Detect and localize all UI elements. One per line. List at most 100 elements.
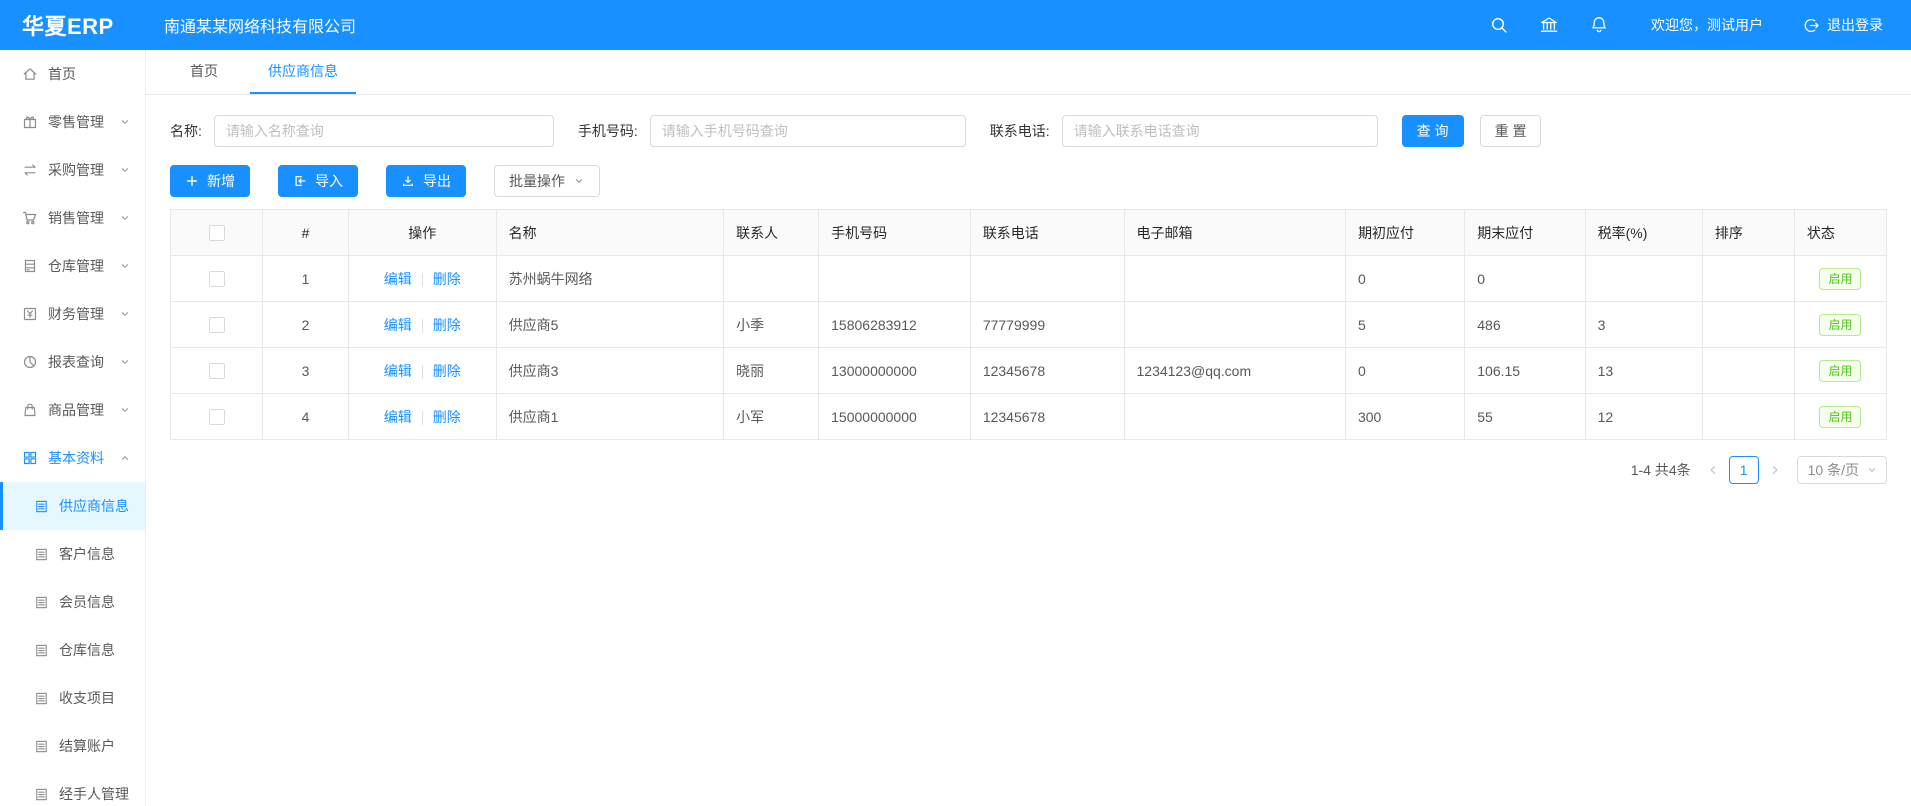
delete-link[interactable]: 删除 xyxy=(433,317,461,333)
cell-email xyxy=(1124,394,1345,440)
cell-status: 启用 xyxy=(1794,348,1886,394)
row-checkbox[interactable] xyxy=(209,363,225,379)
sidebar-subitem-label: 收支项目 xyxy=(59,688,115,708)
column-header: 名称 xyxy=(496,210,724,256)
divider xyxy=(422,319,423,333)
next-page-button[interactable] xyxy=(1763,456,1787,484)
chevron-down-icon xyxy=(119,164,131,176)
cell-mobile: 15806283912 xyxy=(819,302,971,348)
bank-icon[interactable] xyxy=(1539,15,1559,35)
tel-input[interactable] xyxy=(1062,115,1378,147)
cell-begin: 0 xyxy=(1345,348,1464,394)
tab-0[interactable]: 首页 xyxy=(172,50,236,94)
sidebar-subitem[interactable]: 结算账户 xyxy=(0,722,145,770)
cell-email xyxy=(1124,302,1345,348)
plus-icon xyxy=(185,174,199,188)
app-logo[interactable]: 华夏ERP xyxy=(0,9,146,41)
cell-contact: 晓丽 xyxy=(724,348,819,394)
sidebar-subitem[interactable]: 供应商信息 xyxy=(0,482,145,530)
table-row: 3编辑删除供应商3晓丽13000000000123456781234123@qq… xyxy=(171,348,1887,394)
cell-sort xyxy=(1702,302,1794,348)
chevron-down-icon xyxy=(119,212,131,224)
sidebar-item[interactable]: 报表查询 xyxy=(0,338,145,386)
pagination: 1-4 共4条 1 10 条/页 xyxy=(170,456,1887,484)
cell-tax: 13 xyxy=(1585,348,1702,394)
supplier-table: #操作名称联系人手机号码联系电话电子邮箱期初应付期末应付税率(%)排序状态1编辑… xyxy=(170,209,1887,440)
column-header: 排序 xyxy=(1702,210,1794,256)
cell-contact: 小季 xyxy=(724,302,819,348)
sidebar-subitem[interactable]: 客户信息 xyxy=(0,530,145,578)
table-row: 2编辑删除供应商5小季158062839127777999954863启用 xyxy=(171,302,1887,348)
column-header: 电子邮箱 xyxy=(1124,210,1345,256)
edit-link[interactable]: 编辑 xyxy=(384,409,412,425)
sidebar-item[interactable]: 销售管理 xyxy=(0,194,145,242)
edit-link[interactable]: 编辑 xyxy=(384,271,412,287)
header-actions: 欢迎您，测试用户 退出登录 xyxy=(1459,15,1911,35)
name-input[interactable] xyxy=(214,115,554,147)
sidebar-item[interactable]: 基本资料 xyxy=(0,434,145,482)
chevron-down-icon xyxy=(119,356,131,368)
edit-link[interactable]: 编辑 xyxy=(384,317,412,333)
cell-checkbox xyxy=(171,348,263,394)
cell-email xyxy=(1124,256,1345,302)
swap-icon xyxy=(22,162,38,178)
page-size-select[interactable]: 10 条/页 xyxy=(1797,456,1887,484)
phone-input[interactable] xyxy=(650,115,966,147)
cell-tax: 3 xyxy=(1585,302,1702,348)
export-button[interactable]: 导出 xyxy=(386,165,466,197)
cell-checkbox xyxy=(171,256,263,302)
sidebar-item[interactable]: 仓库管理 xyxy=(0,242,145,290)
delete-link[interactable]: 删除 xyxy=(433,271,461,287)
divider xyxy=(422,273,423,287)
sidebar: 首页零售管理采购管理销售管理仓库管理财务管理报表查询商品管理基本资料供应商信息客… xyxy=(0,50,146,806)
delete-link[interactable]: 删除 xyxy=(433,409,461,425)
phone-label: 手机号码: xyxy=(578,121,638,141)
select-all-checkbox[interactable] xyxy=(209,225,225,241)
batch-actions-dropdown[interactable]: 批量操作 xyxy=(494,165,600,197)
bell-icon[interactable] xyxy=(1589,15,1609,35)
cell-contact: 小军 xyxy=(724,394,819,440)
column-header: 税率(%) xyxy=(1585,210,1702,256)
edit-link[interactable]: 编辑 xyxy=(384,363,412,379)
logout-button[interactable]: 退出登录 xyxy=(1803,15,1883,35)
add-button[interactable]: 新增 xyxy=(170,165,250,197)
doc-icon xyxy=(34,595,49,610)
tab-1[interactable]: 供应商信息 xyxy=(250,50,356,94)
sidebar-item[interactable]: 零售管理 xyxy=(0,98,145,146)
search-icon[interactable] xyxy=(1489,15,1509,35)
import-button[interactable]: 导入 xyxy=(278,165,358,197)
sidebar-item-label: 首页 xyxy=(48,64,76,84)
row-checkbox[interactable] xyxy=(209,317,225,333)
chevron-down-icon xyxy=(573,175,585,187)
cell-index: 1 xyxy=(263,256,349,302)
shopping-bag-icon xyxy=(22,402,38,418)
filter-row: 名称: 手机号码: 联系电话: 查 询 重 置 xyxy=(170,115,1887,147)
cell-index: 3 xyxy=(263,348,349,394)
sidebar-item[interactable]: 采购管理 xyxy=(0,146,145,194)
sidebar-subitem[interactable]: 仓库信息 xyxy=(0,626,145,674)
sidebar-item[interactable]: 商品管理 xyxy=(0,386,145,434)
search-button[interactable]: 查 询 xyxy=(1402,115,1464,147)
sidebar-item[interactable]: 首页 xyxy=(0,50,145,98)
reset-button[interactable]: 重 置 xyxy=(1480,115,1542,147)
cell-status: 启用 xyxy=(1794,394,1886,440)
sidebar-subitem[interactable]: 会员信息 xyxy=(0,578,145,626)
prev-page-button[interactable] xyxy=(1701,456,1725,484)
sidebar-subitem-label: 结算账户 xyxy=(59,736,115,756)
home-icon xyxy=(22,66,38,82)
cell-operations: 编辑 删除 xyxy=(348,302,496,348)
sidebar-subitem[interactable]: 经手人管理 xyxy=(0,770,145,806)
row-checkbox[interactable] xyxy=(209,409,225,425)
doc-icon xyxy=(34,499,49,514)
doc-icon xyxy=(34,787,49,802)
sidebar-item[interactable]: 财务管理 xyxy=(0,290,145,338)
sidebar-item-label: 零售管理 xyxy=(48,112,104,132)
pagination-total: 1-4 共4条 xyxy=(1631,460,1691,480)
current-page[interactable]: 1 xyxy=(1729,456,1759,484)
sidebar-subitem[interactable]: 收支项目 xyxy=(0,674,145,722)
batch-label: 批量操作 xyxy=(509,171,565,191)
row-checkbox[interactable] xyxy=(209,271,225,287)
grid-icon xyxy=(22,450,38,466)
delete-link[interactable]: 删除 xyxy=(433,363,461,379)
column-header: 期末应付 xyxy=(1465,210,1585,256)
